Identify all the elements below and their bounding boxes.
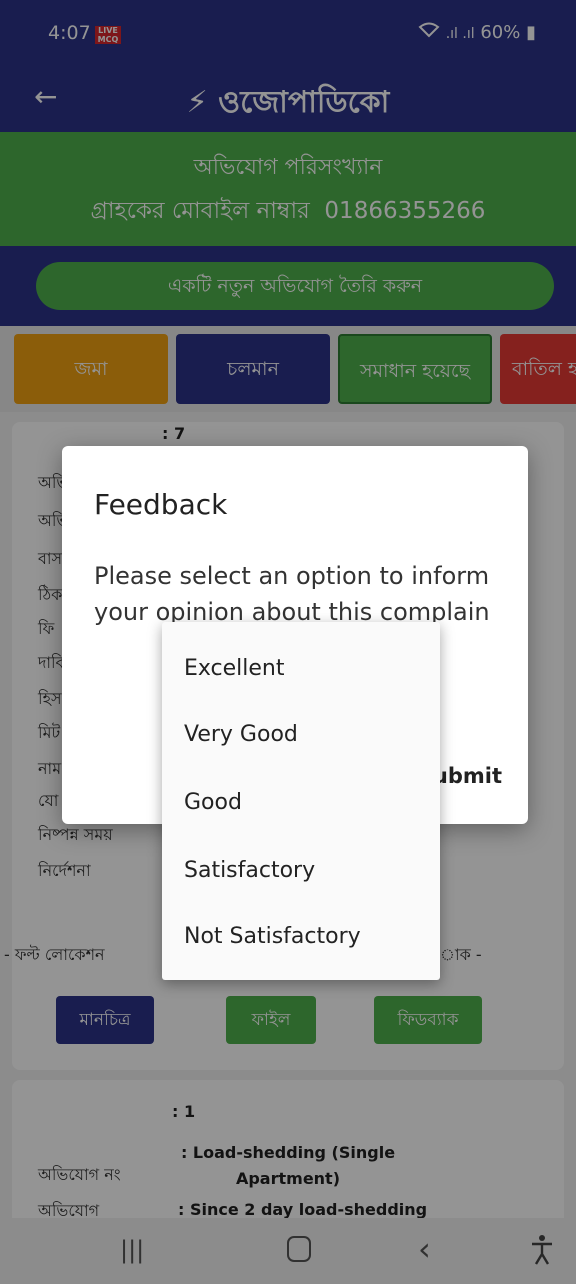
option-excellent[interactable]: Excellent <box>184 656 285 681</box>
option-satisfactory[interactable]: Satisfactory <box>184 858 315 883</box>
feedback-dropdown-menu: Excellent Very Good Good Satisfactory No… <box>162 622 440 980</box>
option-very-good[interactable]: Very Good <box>184 722 298 747</box>
option-not-satisfactory[interactable]: Not Satisfactory <box>184 924 361 949</box>
dialog-message: Please select an option to inform your o… <box>94 562 490 626</box>
dialog-title: Feedback <box>94 488 228 521</box>
option-good[interactable]: Good <box>184 790 242 815</box>
